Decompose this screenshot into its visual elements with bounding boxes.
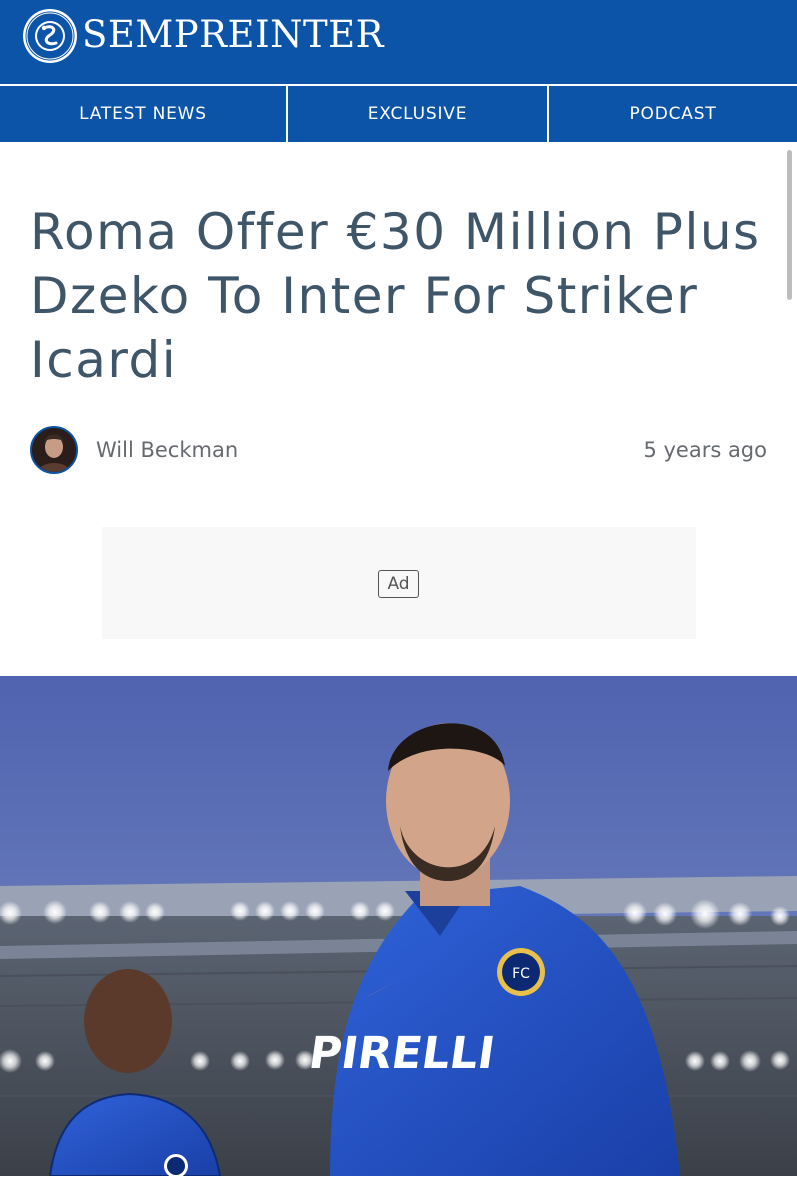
football-players-photo-icon: FC PIRELLI — [0, 676, 797, 1176]
main-nav: LATEST NEWS EXCLUSIVE PODCAST — [0, 84, 797, 142]
nav-podcast[interactable]: PODCAST — [549, 86, 797, 142]
author-avatar-icon — [32, 428, 76, 472]
hero-image[interactable]: FC PIRELLI — [0, 676, 797, 1176]
article-headline: Roma Offer €30 Million Plus Dzeko To Int… — [30, 203, 761, 389]
ad-slot[interactable]: Ad — [102, 527, 696, 639]
scrollbar[interactable] — [787, 150, 792, 300]
site-name[interactable]: SEMPREINTER — [82, 12, 384, 58]
nav-exclusive[interactable]: EXCLUSIVE — [288, 86, 549, 142]
author-name[interactable]: Will Beckman — [96, 436, 238, 464]
publish-time: 5 years ago — [643, 438, 767, 462]
shirt-sponsor-text: PIRELLI — [306, 1028, 498, 1079]
author-avatar[interactable] — [30, 426, 78, 474]
ad-badge: Ad — [378, 570, 419, 598]
sempreinter-logo-icon[interactable] — [22, 8, 78, 64]
nav-latest-news[interactable]: LATEST NEWS — [0, 86, 288, 142]
svg-text:FC: FC — [512, 966, 530, 982]
byline: Will Beckman 5 years ago — [30, 426, 767, 476]
page-bottom — [0, 1176, 797, 1200]
site-header: SEMPREINTER — [0, 0, 797, 84]
